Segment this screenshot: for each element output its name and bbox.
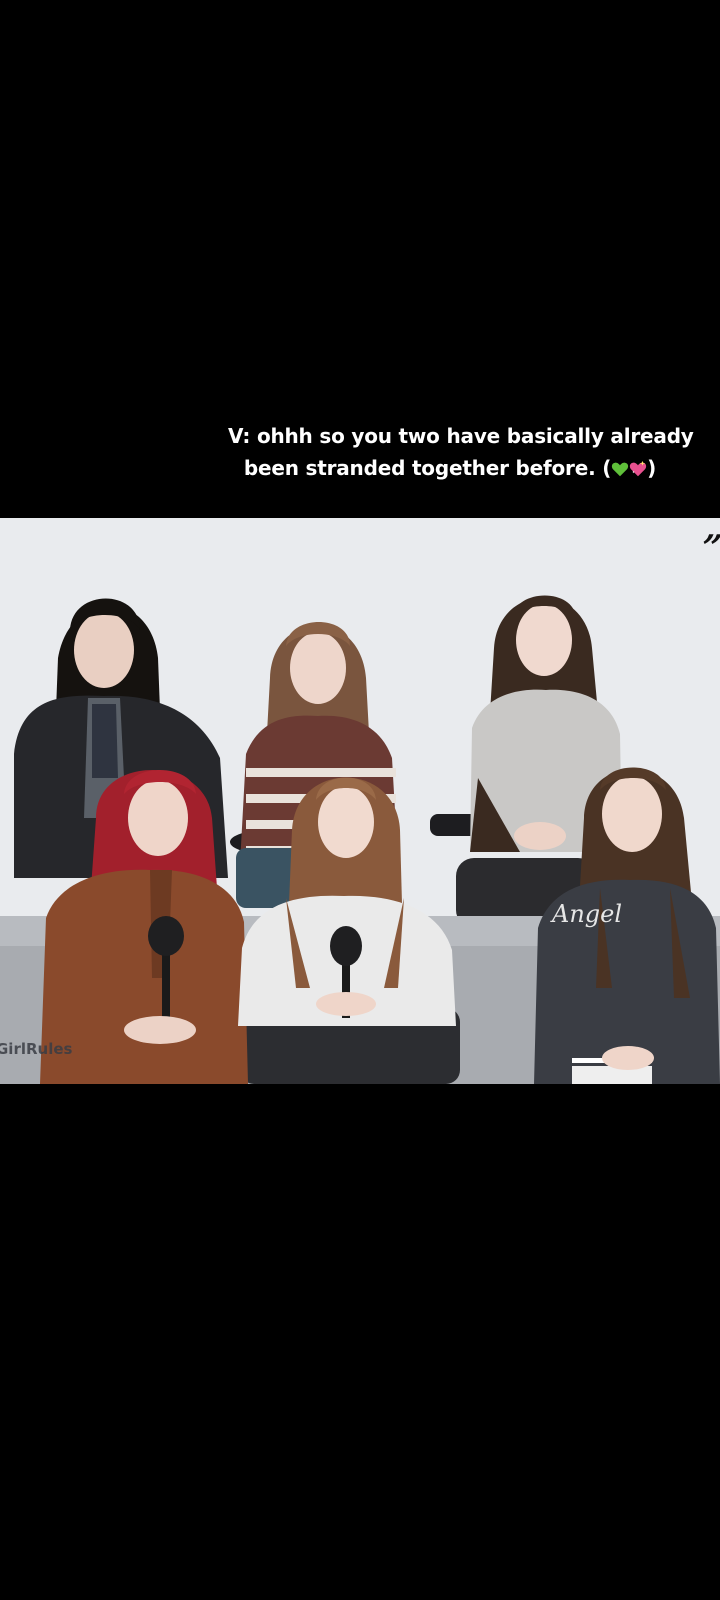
caption-line-1: V: ohhh so you two have basically alread… — [228, 424, 694, 448]
caption-line-2: been stranded together before. () — [228, 452, 672, 484]
video-player-screen[interactable]: V: ohhh so you two have basically alread… — [0, 0, 720, 1600]
channel-watermark: GirlRules — [0, 1040, 73, 1058]
microphone-icon — [148, 916, 184, 956]
video-frame[interactable]: Angel ” GirlRules — [0, 518, 720, 1084]
caption-line-2-text: been stranded together before. ( — [243, 456, 612, 480]
subtitle-caption: V: ohhh so you two have basically alread… — [228, 420, 694, 484]
shirt-text: Angel — [550, 900, 622, 928]
microphone-icon — [330, 926, 362, 966]
sparkling-heart-icon — [630, 460, 647, 477]
video-scene: Angel — [0, 518, 720, 1084]
green-heart-icon — [612, 462, 629, 477]
caption-line-2-close: ) — [647, 456, 657, 480]
